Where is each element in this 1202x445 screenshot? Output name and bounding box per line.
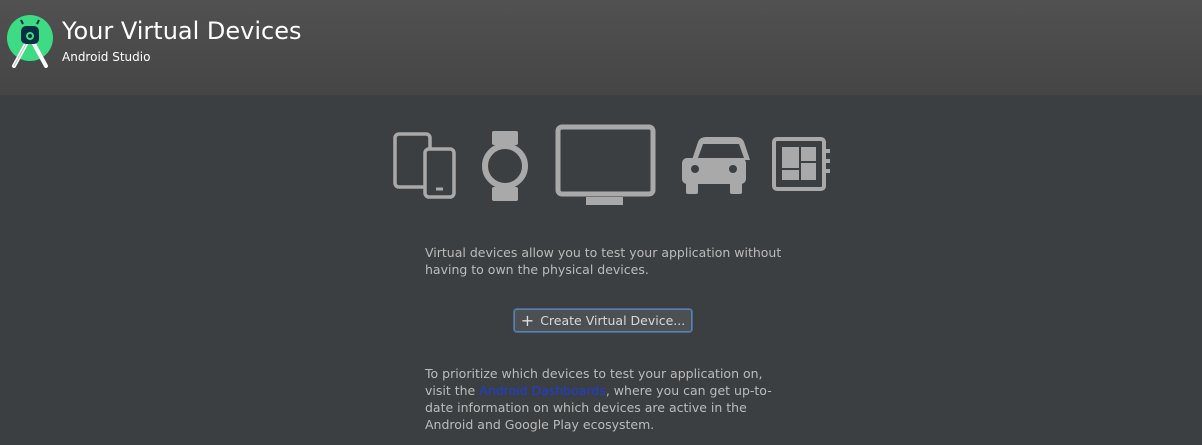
- page-subtitle: Android Studio: [62, 50, 151, 64]
- plus-icon: +: [520, 310, 535, 330]
- android-studio-logo-icon: [7, 15, 53, 68]
- header-banner: Your Virtual Devices Android Studio: [0, 0, 1202, 95]
- device-icons-row: [393, 124, 830, 205]
- create-button-label: Create Virtual Device...: [540, 313, 686, 328]
- tv-icon: [555, 124, 656, 205]
- watch-icon: [482, 131, 528, 201]
- dashboard-info-text: To prioritize which devices to test your…: [425, 365, 790, 433]
- phone-tablet-icon: [393, 132, 456, 199]
- description-text: Virtual devices allow you to test your a…: [425, 245, 782, 277]
- things-board-icon: [772, 137, 830, 191]
- android-dashboards-link[interactable]: Android Dashboards: [479, 383, 606, 398]
- car-icon: [682, 137, 750, 194]
- create-virtual-device-button[interactable]: + Create Virtual Device...: [514, 309, 692, 332]
- page-title: Your Virtual Devices: [62, 17, 302, 45]
